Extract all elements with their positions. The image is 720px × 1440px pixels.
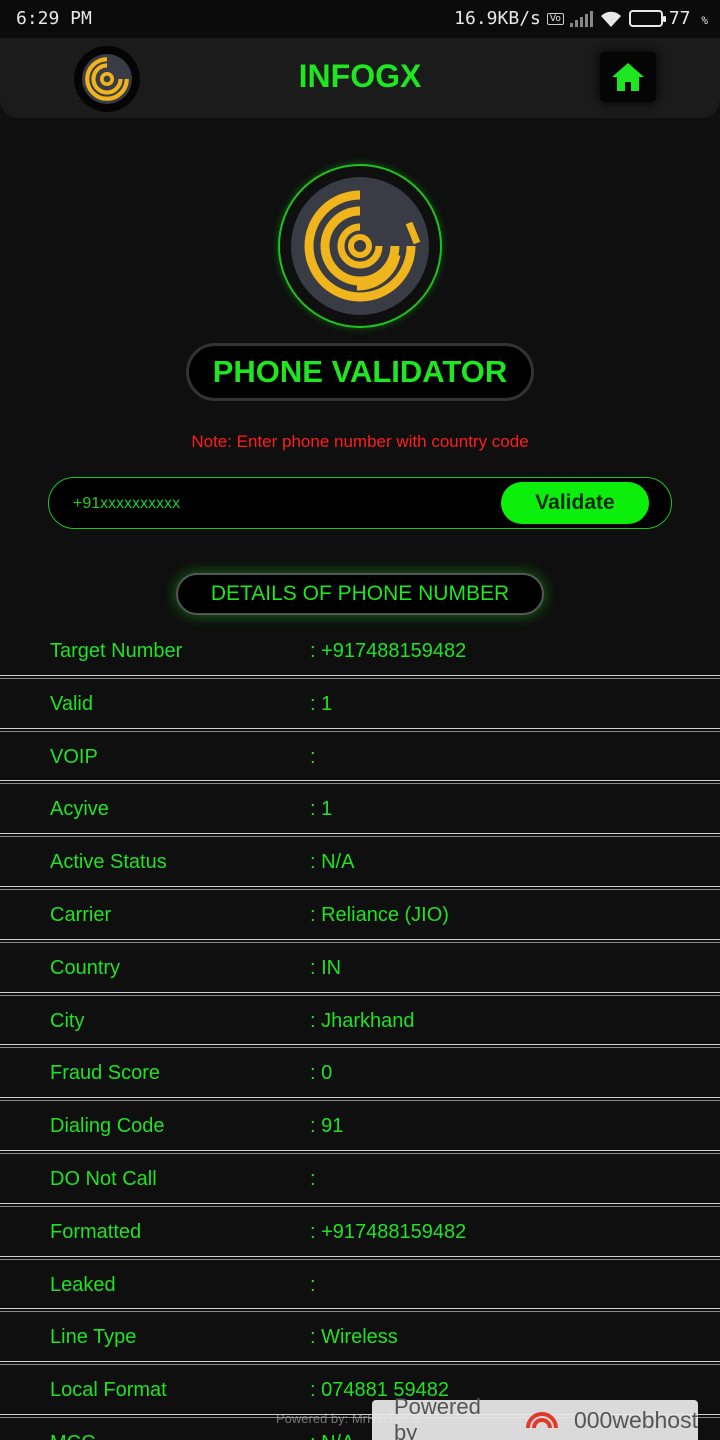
app-bar: INFOGX — [0, 38, 720, 118]
detail-row: Acyive : 1 — [0, 784, 720, 838]
detail-value: : +917488159482 — [310, 1220, 467, 1243]
detail-row: Country : IN — [0, 943, 720, 996]
detail-row: Active Status : N/A — [0, 837, 720, 890]
infogx-logo-large-icon — [291, 177, 429, 315]
detail-value: : N/A — [310, 851, 355, 874]
wifi-icon — [600, 11, 621, 27]
detail-label: Valid — [50, 692, 93, 715]
home-button[interactable] — [600, 52, 656, 102]
detail-label: Leaked — [50, 1273, 116, 1296]
detail-label: Target Number — [50, 640, 183, 662]
detail-label: Active Status — [50, 851, 167, 874]
phone-input[interactable] — [73, 490, 493, 518]
webhost-logo-icon — [526, 1412, 558, 1429]
detail-label: Country — [50, 956, 121, 979]
detail-value: : 1 — [310, 692, 333, 715]
detail-label: Dialing Code — [50, 1115, 165, 1138]
badge-prefix: Powered by — [394, 1394, 481, 1440]
volte-icon: Vo — [546, 12, 564, 25]
detail-value: : — [310, 1273, 316, 1296]
webhost-badge[interactable]: Powered by 000webhost — [372, 1394, 698, 1440]
network-speed: 16.9KB/s — [454, 8, 541, 29]
detail-value: : — [310, 1167, 316, 1190]
detail-row: Valid : 1 — [0, 679, 720, 732]
detail-label: City — [50, 1009, 85, 1032]
battery-percent: 77 % — [668, 8, 708, 29]
detail-row: Target Number : +917488159482 — [0, 626, 720, 679]
detail-label: Carrier — [50, 903, 112, 926]
detail-value: : Wireless — [310, 1326, 398, 1349]
hero-logo — [278, 164, 442, 328]
detail-value: : +917488159482 — [310, 640, 467, 662]
phone-input-group: Validate — [48, 477, 672, 529]
status-bar: 6:29 PM 16.9KB/s Vo 77 % — [0, 0, 720, 38]
detail-value: : — [310, 745, 316, 768]
validate-button[interactable]: Validate — [501, 482, 649, 524]
detail-row: Dialing Code : 91 — [0, 1101, 720, 1154]
details-list: Target Number : +917488159482 Valid : 1 VO… — [0, 626, 720, 1440]
detail-label: Acyive — [50, 798, 109, 821]
detail-value: : IN — [310, 956, 342, 979]
battery-icon — [628, 10, 666, 27]
detail-value: : 0 — [310, 1062, 333, 1085]
detail-value: : N/A — [310, 1432, 354, 1440]
detail-row: VOIP: — [0, 732, 720, 785]
detail-row: City : Jharkhand — [0, 996, 720, 1049]
detail-label: Formatted — [50, 1220, 142, 1243]
detail-label: Local Format — [50, 1379, 167, 1402]
detail-label: Line Type — [50, 1326, 137, 1349]
detail-row: Line Type : Wireless — [0, 1312, 720, 1366]
detail-label: DO Not Call — [50, 1167, 157, 1190]
note-text: Note: Enter phone number with country co… — [191, 432, 529, 451]
detail-value: : 91 — [310, 1115, 344, 1138]
detail-row: Fraud Score : 0 — [0, 1048, 720, 1102]
badge-brand: 000webhost — [573, 1406, 698, 1433]
detail-row: DO Not Call: — [0, 1154, 720, 1207]
detail-row: Leaked: — [0, 1260, 720, 1313]
detail-value: : Jharkhand — [310, 1009, 415, 1032]
detail-label: Fraud Score — [50, 1062, 161, 1085]
status-time: 6:29 PM — [16, 8, 92, 29]
detail-label: MCC — [50, 1432, 96, 1440]
details-heading: DETAILS OF PHONE NUMBER — [176, 573, 544, 615]
status-right: 16.9KB/s Vo 77 % — [454, 8, 708, 29]
signal-icon — [569, 10, 593, 27]
detail-label: VOIP — [50, 745, 98, 768]
detail-value: : Reliance (JIO) — [310, 903, 449, 926]
page-title: PHONE VALIDATOR — [186, 343, 534, 401]
home-icon — [612, 63, 644, 91]
detail-row: Formatted : +917488159482 — [0, 1207, 720, 1260]
detail-row: Carrier : Reliance (JIO) — [0, 890, 720, 943]
detail-value: : 1 — [310, 798, 333, 821]
